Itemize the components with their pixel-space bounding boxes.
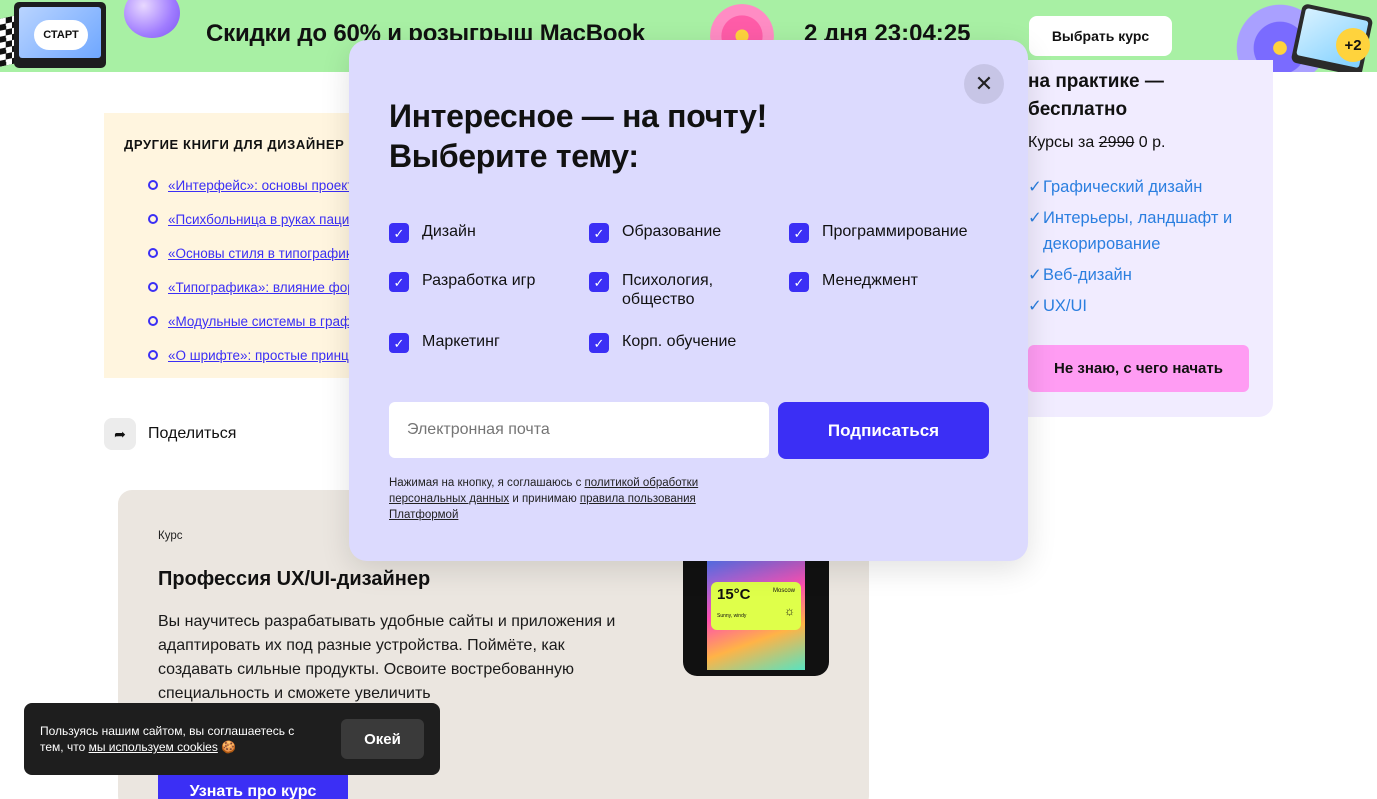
bullet-icon bbox=[148, 180, 158, 190]
checkbox-checked-icon[interactable]: ✓ bbox=[389, 333, 409, 353]
course-list-item[interactable]: ✓ Интерьеры, ландшафт и декорирование bbox=[1028, 205, 1258, 257]
checkmark-icon: ✓ bbox=[1028, 209, 1042, 227]
topic-checkbox[interactable]: ✓ Корп. обучение bbox=[589, 332, 736, 353]
topic-checkbox[interactable]: ✓ Психология, общество bbox=[589, 271, 739, 309]
course-list-item[interactable]: ✓ UX/UI bbox=[1028, 293, 1258, 319]
panel-heading: на практике — бесплатно bbox=[1028, 71, 1164, 120]
topic-checkbox[interactable]: ✓ Разработка игр bbox=[389, 271, 535, 292]
checkbox-checked-icon[interactable]: ✓ bbox=[389, 272, 409, 292]
checkbox-checked-icon[interactable]: ✓ bbox=[589, 333, 609, 353]
topic-checkbox[interactable]: ✓ Маркетинг bbox=[389, 332, 500, 353]
checkmark-icon: ✓ bbox=[1028, 178, 1042, 196]
email-field[interactable] bbox=[389, 402, 769, 458]
cookies-link[interactable]: мы используем cookies bbox=[89, 740, 218, 754]
book-link[interactable]: «Основы стиля в типографике bbox=[168, 246, 359, 261]
choose-course-button[interactable]: Выбрать курс bbox=[1029, 16, 1172, 56]
share-arrow-icon: ➦ bbox=[104, 418, 136, 450]
bullet-icon bbox=[148, 282, 158, 292]
book-link[interactable]: «Интерфейс»: основы проекти bbox=[168, 178, 361, 193]
topic-checkbox[interactable]: ✓ Дизайн bbox=[389, 222, 476, 243]
cookie-icon: 🍪 bbox=[221, 740, 237, 754]
checkbox-checked-icon[interactable]: ✓ bbox=[789, 223, 809, 243]
share-button[interactable]: ➦ Поделиться bbox=[104, 418, 236, 450]
sun-icon: ☼ bbox=[784, 604, 795, 618]
book-link[interactable]: «Типографика»: влияние фор bbox=[168, 280, 355, 295]
dont-know-where-to-start-button[interactable]: Не знаю, с чего начать bbox=[1028, 345, 1249, 392]
course-list: ✓ Графический дизайн ✓ Интерьеры, ландшафт… bbox=[1028, 174, 1258, 324]
old-price: 2990 bbox=[1098, 134, 1135, 151]
book-link[interactable]: «О шрифте»: простые принци bbox=[168, 348, 356, 363]
checkmark-icon: ✓ bbox=[1028, 297, 1042, 315]
close-icon[interactable]: ✕ bbox=[964, 64, 1004, 104]
new-price: 0 р. bbox=[1138, 134, 1166, 151]
cookie-banner: Пользуясь нашим сайтом, вы соглашаетесь … bbox=[24, 703, 440, 775]
weather-widget: 15°C Moscow Sunny, windy ☼ bbox=[711, 582, 801, 630]
checkbox-checked-icon[interactable]: ✓ bbox=[589, 272, 609, 292]
course-title: Профессия UX/UI-дизайнер bbox=[158, 568, 431, 590]
checkbox-checked-icon[interactable]: ✓ bbox=[789, 272, 809, 292]
ok-button[interactable]: Окей bbox=[341, 719, 424, 759]
modal-title: Интересное — на почту! Выберите тему: bbox=[389, 98, 767, 174]
course-list-item[interactable]: ✓ Графический дизайн bbox=[1028, 174, 1258, 200]
course-description: Вы научитесь разрабатывать удобные сайты… bbox=[158, 613, 616, 702]
phone-illustration: 15°C Moscow Sunny, windy ☼ bbox=[683, 550, 829, 676]
topic-checkbox[interactable]: ✓ Менеджмент bbox=[789, 271, 918, 292]
subscribe-button[interactable]: Подписаться bbox=[778, 402, 989, 459]
price-line: Курсы за 2990 0 р. bbox=[1028, 134, 1166, 151]
checkmark-icon: ✓ bbox=[1028, 266, 1042, 284]
bullet-icon bbox=[148, 316, 158, 326]
learn-about-course-button[interactable]: Узнать про курс bbox=[158, 774, 348, 799]
legal-text: Нажимая на кнопку, я соглашаюсь с полити… bbox=[389, 477, 699, 521]
start-badge: СТАРТ bbox=[34, 20, 88, 50]
share-label: Поделиться bbox=[148, 425, 237, 442]
checkbox-checked-icon[interactable]: ✓ bbox=[389, 223, 409, 243]
free-courses-panel: на практике — бесплатно Курсы за 2990 0 … bbox=[1006, 60, 1273, 417]
topic-checkbox[interactable]: ✓ Образование bbox=[589, 222, 721, 243]
bullet-icon bbox=[148, 350, 158, 360]
topic-checkbox[interactable]: ✓ Программирование bbox=[789, 222, 968, 243]
subscribe-modal: ✕ Интересное — на почту! Выберите тему: … bbox=[349, 40, 1028, 561]
course-list-item[interactable]: ✓ Веб-дизайн bbox=[1028, 262, 1258, 288]
plus-two-badge: +2 bbox=[1336, 28, 1370, 62]
cookie-text: Пользуясь нашим сайтом, вы соглашаетесь … bbox=[40, 724, 295, 754]
bullet-icon bbox=[148, 248, 158, 258]
bullet-icon bbox=[148, 214, 158, 224]
decorative-blob-icon bbox=[124, 0, 180, 38]
checkbox-checked-icon[interactable]: ✓ bbox=[589, 223, 609, 243]
book-link[interactable]: «Психбольница в руках паци bbox=[168, 212, 349, 227]
book-link[interactable]: «Модульные системы в графи bbox=[168, 314, 359, 329]
course-tag: Курс bbox=[158, 530, 183, 542]
